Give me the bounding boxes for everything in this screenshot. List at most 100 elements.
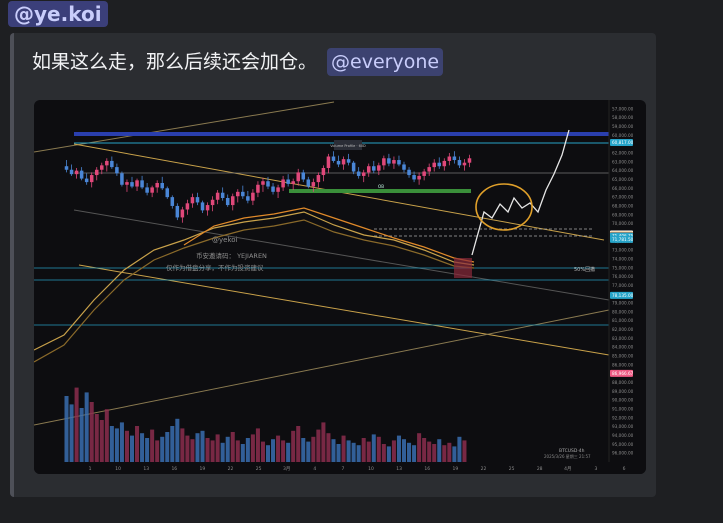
volume-bar [215,434,220,462]
volume-bar [386,446,391,462]
candle-body [165,188,170,198]
volume-bar [271,439,276,462]
candle-body [397,160,401,165]
volume-bar [422,438,427,462]
volume-bar [412,445,417,462]
volume-bar [396,435,401,462]
volume-bar [417,433,422,462]
volume-bar [195,433,200,462]
y-tick-label: 84,000.00 [612,345,634,350]
volume-bar [210,440,215,462]
volume-bar [124,430,129,462]
volume-bar [452,446,457,462]
candle-body [155,182,159,188]
y-tick-label: 94,000.00 [612,433,634,438]
watermark-handle: @yekoi [212,236,238,244]
y-tick-label: 75,000.00 [612,265,634,270]
candle-body [170,197,175,206]
y-tick-label: 83,000.00 [612,336,634,341]
y-tick-label: 88,000.00 [612,380,634,385]
candle-body [356,171,361,176]
volume-bar [235,440,240,462]
y-tick-label: 90,000.00 [612,398,634,403]
y-tick-label: 82,000.00 [612,327,634,332]
volume-bar [250,434,255,462]
message-content: 如果这么走，那么后续还会加仓。 @everyone [32,47,444,77]
candle-body [105,160,109,166]
candle-body [422,171,426,176]
watermark-line1: 币安邀请码： YEJIAREN [196,251,267,260]
x-tick-label: 16 [424,466,430,472]
candle-body [64,166,69,170]
candle-body [246,196,250,201]
volume-bar [99,420,104,462]
volume-bar [69,404,74,462]
x-tick-label: 4 [313,466,316,472]
candle-body [316,175,321,183]
candle-body [311,182,316,187]
volume-bar [84,392,89,462]
candle-body [452,156,457,161]
volume-bar [346,440,351,462]
y-tick-label: 67,000.00 [612,195,634,200]
annotations: Volume Profile · 60D OB 50%回撤 @yekoi 币安邀… [166,140,595,459]
candle-body [195,197,200,203]
y-axis: 57,000.0058,000.0059,000.0060,000.0061,0… [612,106,634,455]
volume-bar [255,428,260,462]
candle-body [341,159,346,165]
volume-bar [376,436,381,462]
candle-body [447,156,452,161]
x-tick-label: 28 [537,466,543,472]
price-tag-label: 60,817.00 [612,140,634,145]
candle-body [79,170,84,179]
volume-bar [361,438,366,462]
descending-trend-line-2 [78,264,610,356]
volume-bar [140,433,145,462]
volume-bar [155,440,160,462]
volume-bar [170,426,175,462]
everyone-mention[interactable]: @everyone [327,48,444,76]
volume-bar [381,444,386,462]
volume-bar [89,402,94,462]
volume-bar [462,440,467,462]
y-tick-label: 74,000.00 [612,256,634,261]
candle-body [336,160,341,165]
candle-body [185,203,190,210]
volume-bar [165,432,170,462]
volume-bar [79,408,84,462]
candle-body [135,180,139,187]
volume-bar [175,418,180,462]
candle-body [100,165,104,170]
x-tick-label: 3 [594,466,597,472]
candle-body [120,173,124,185]
candle-body [346,159,351,163]
candle-body [225,198,230,206]
ob-zone [289,189,471,193]
y-tick-label: 95,000.00 [612,442,634,447]
volume-bar [260,441,265,462]
volume-bar [401,439,407,462]
candle-body [361,172,366,176]
candle-body [266,181,270,187]
chart-image[interactable]: Volume Profile · 60D OB 50%回撤 @yekoi 币安邀… [34,100,646,474]
message-text: 如果这么走，那么后续还会加仓。 [32,51,318,73]
volume-bar [311,436,316,462]
candle-body [276,187,280,192]
y-tick-label: 91,000.00 [612,407,634,412]
retracement-label: 50%回撤 [574,266,595,273]
y-tick-label: 89,000.00 [612,389,634,394]
candlestick-chart: Volume Profile · 60D OB 50%回撤 @yekoi 币安邀… [34,100,646,474]
y-tick-label: 64,000.00 [612,168,634,173]
x-tick-label: 10 [115,466,121,472]
candle-body [230,196,235,206]
candle-body [140,180,144,188]
volume-bar [356,445,361,462]
volume-bar [457,436,462,462]
annotation-top: Volume Profile · 60D [330,144,366,148]
price-tag-label: 86,966.67 [612,371,634,376]
author-username[interactable]: @ye.koi [8,1,108,27]
volume-bar [205,438,210,462]
y-tick-label: 96,000.00 [612,451,634,456]
x-axis: 1 10 13 16 19 22 25 3月 4 7 10 13 16 19 22 25 28 4月 3 6 [34,462,646,474]
candle-body [215,192,220,200]
